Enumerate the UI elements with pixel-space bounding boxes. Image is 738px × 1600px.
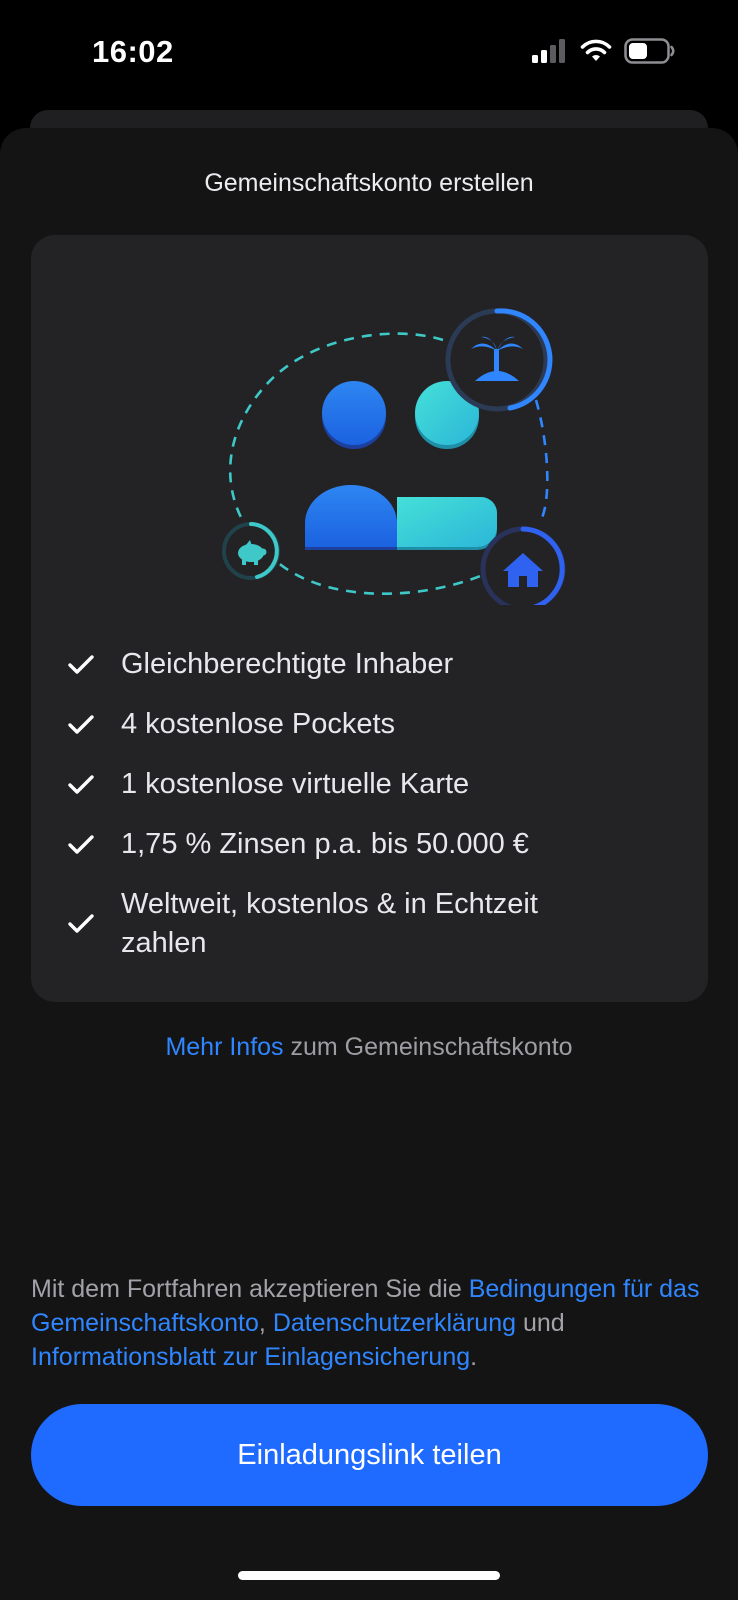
joint-account-illustration — [222, 308, 566, 605]
share-invite-link-button[interactable]: Einladungslink teilen — [31, 1404, 708, 1506]
feature-text: 4 kostenlose Pockets — [121, 708, 396, 740]
feature-text: Gleichberechtigte Inhaber — [121, 648, 454, 680]
battery-icon — [624, 38, 675, 64]
sheet-title: Gemeinschaftskonto erstellen — [204, 169, 534, 197]
status-bar: 16:02 — [0, 0, 738, 110]
legal-suffix: . — [470, 1343, 478, 1371]
list-item: 4 kostenlose Pockets — [67, 705, 581, 744]
feature-list: Gleichberechtigte Inhaber 4 kostenlose P… — [67, 645, 581, 984]
list-item: Gleichberechtigte Inhaber — [67, 645, 581, 684]
list-item: Weltweit, kostenlos & in Echtzeit zahlen — [67, 885, 581, 963]
feature-text: 1,75 % Zinsen p.a. bis 50.000 € — [121, 828, 529, 860]
more-info-text: zum Gemeinschaftskonto — [283, 1033, 573, 1061]
list-item: 1,75 % Zinsen p.a. bis 50.000 € — [67, 825, 581, 864]
legal-separator: und — [516, 1309, 565, 1337]
status-icons — [532, 38, 676, 64]
cellular-signal-icon — [532, 39, 565, 63]
feature-text: 1 kostenlose virtuelle Karte — [121, 768, 470, 800]
more-info-link[interactable]: Mehr Infos — [165, 1033, 283, 1061]
status-time: 16:02 — [92, 34, 174, 69]
privacy-link[interactable]: Datenschutzerklärung — [273, 1309, 516, 1337]
home-indicator[interactable] — [238, 1571, 500, 1580]
list-item: 1 kostenlose virtuelle Karte — [67, 765, 581, 804]
person-icon — [305, 381, 397, 550]
piggy-bank-icon — [222, 522, 280, 580]
more-info-line: Mehr Infos zum Gemeinschaftskonto — [0, 1033, 738, 1062]
checkmark-icon — [67, 913, 121, 935]
house-icon — [480, 526, 566, 605]
legal-notice: Mit dem Fortfahren akzeptieren Sie die B… — [31, 1272, 711, 1374]
legal-prefix: Mit dem Fortfahren akzeptieren Sie die — [31, 1275, 469, 1303]
feature-card: Gleichberechtigte Inhaber 4 kostenlose P… — [31, 235, 708, 1002]
feature-text: Weltweit, kostenlos & in Echtzeit zahlen — [121, 888, 538, 959]
checkmark-icon — [67, 714, 121, 736]
deposit-info-link[interactable]: Informationsblatt zur Einlagensicherung — [31, 1343, 470, 1371]
palm-island-icon — [445, 308, 553, 412]
checkmark-icon — [67, 834, 121, 856]
legal-separator: , — [258, 1309, 273, 1337]
checkmark-icon — [67, 654, 121, 676]
checkmark-icon — [67, 774, 121, 796]
wifi-icon — [580, 39, 612, 61]
